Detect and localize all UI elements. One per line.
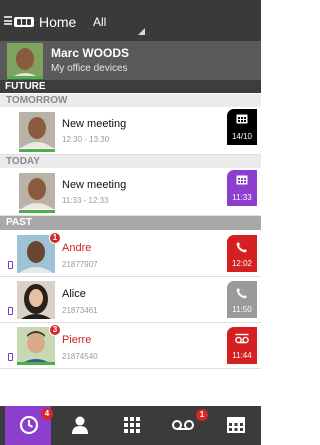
mobile-device-icon [8, 353, 13, 361]
phone-icon [236, 242, 247, 253]
presence-bar [19, 149, 55, 152]
meeting-row[interactable]: New meeting 12:30 - 13:30 14/10 [0, 107, 261, 155]
top-bar: Home All [0, 0, 261, 41]
bottom-tab-bar: 4 1 [0, 406, 261, 445]
call-row[interactable]: 3 Pierre 21874540 11:44 [0, 323, 261, 369]
tab-history[interactable]: 4 [5, 406, 53, 445]
avatar [19, 112, 55, 148]
menu-icon[interactable] [4, 16, 12, 25]
profile-header[interactable]: Marc WOODS My office devices [0, 41, 261, 80]
calendar-icon [227, 417, 245, 433]
tab-contacts[interactable] [55, 406, 105, 445]
meeting-tile[interactable]: 14/10 [227, 109, 257, 145]
person-icon [72, 416, 88, 434]
missed-count-badge: 1 [49, 232, 61, 244]
mobile-device-icon [8, 307, 13, 315]
avatar [19, 173, 55, 209]
meeting-time: 11:33 - 12:33 [62, 196, 109, 205]
caller-number: 21877907 [62, 260, 98, 269]
section-header-future: FUTURE [0, 80, 261, 93]
dialpad-icon [124, 417, 140, 433]
call-tile[interactable]: 11:50 [227, 281, 257, 318]
phone-icon [236, 288, 247, 299]
home-title[interactable]: Home [39, 14, 76, 30]
calendar-icon [236, 175, 248, 185]
section-header-past: PAST [0, 216, 261, 230]
filter-dropdown[interactable]: All [93, 15, 106, 29]
profile-subtitle: My office devices [51, 63, 128, 74]
tab-calendar[interactable] [211, 406, 261, 445]
meeting-row[interactable]: New meeting 11:33 - 12:33 11:33 [0, 168, 261, 216]
profile-name: Marc WOODS [51, 46, 130, 60]
section-header-tomorrow: TOMORROW [0, 94, 261, 107]
voicemail-badge: 1 [196, 409, 208, 421]
caller-number: 21874540 [62, 352, 98, 361]
call-time: 12:02 [231, 259, 253, 268]
call-tile[interactable]: 11:44 [227, 327, 257, 364]
tab-dialpad[interactable] [107, 406, 157, 445]
clock-icon [19, 415, 39, 435]
meeting-time-label: 11:33 [232, 193, 252, 202]
calendar-icon [236, 114, 248, 124]
meeting-tile[interactable]: 11:33 [227, 170, 257, 206]
tab-voicemail[interactable]: 1 [159, 406, 209, 445]
call-tile[interactable]: 12:02 [227, 235, 257, 272]
presence-bar [19, 210, 55, 213]
history-badge: 4 [41, 408, 53, 420]
caller-name: Alice [62, 288, 86, 300]
avatar [17, 281, 55, 319]
call-row[interactable]: Alice 21873461 11:50 [0, 277, 261, 323]
meeting-title: New meeting [62, 179, 127, 191]
call-time: 11:44 [232, 351, 252, 360]
call-row[interactable]: 1 Andre 21877907 12:02 [0, 231, 261, 277]
meeting-title: New meeting [62, 118, 127, 130]
call-time: 11:50 [232, 305, 252, 314]
avatar [7, 43, 43, 79]
app-logo-icon [14, 17, 34, 27]
missed-count-badge: 3 [49, 324, 61, 336]
meeting-time: 12:30 - 13:30 [62, 135, 110, 144]
voicemail-icon [235, 333, 249, 344]
mobile-device-icon [8, 261, 13, 269]
caller-number: 21873461 [62, 306, 98, 315]
voicemail-icon [172, 420, 194, 430]
caller-name: Pierre [62, 334, 92, 346]
section-header-today: TODAY [0, 155, 261, 168]
meeting-date-label: 14/10 [231, 132, 253, 141]
dropdown-corner-icon[interactable] [138, 28, 145, 35]
caller-name: Andre [62, 242, 92, 254]
